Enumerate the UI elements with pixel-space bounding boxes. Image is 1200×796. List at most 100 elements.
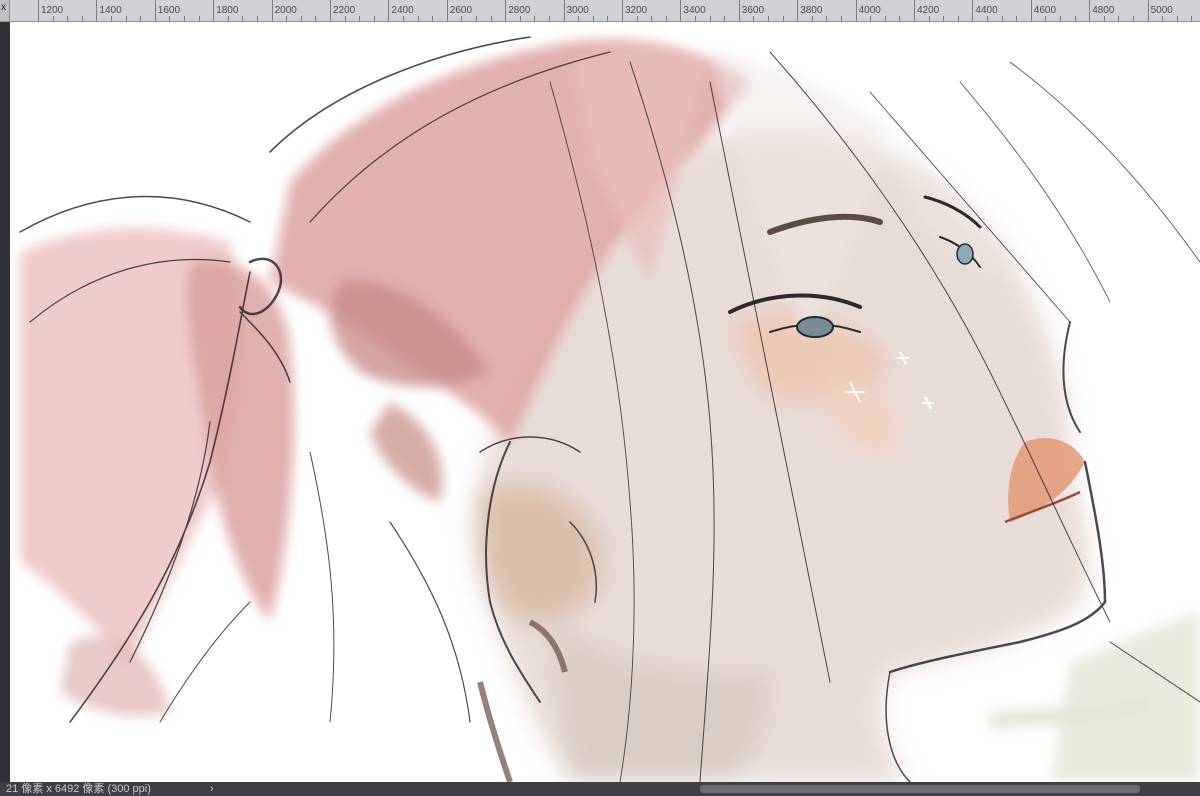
- horizontal-scrollbar[interactable]: [700, 785, 1140, 793]
- ruler-major-tick: [1147, 0, 1149, 21]
- ruler-major-tick: [96, 0, 98, 21]
- ruler-minor-tick: [52, 16, 54, 21]
- ruler-minor-tick: [1133, 16, 1134, 21]
- ruler-minor-tick: [1016, 16, 1018, 21]
- ruler-minor-tick: [695, 16, 696, 21]
- ruler-minor-tick: [198, 16, 200, 21]
- ruler-minor-tick: [227, 16, 229, 21]
- ruler-major-tick: [38, 0, 39, 21]
- ruler-major-tick: [213, 0, 215, 21]
- ruler-minor-tick: [184, 16, 185, 21]
- ruler-major-tick: [738, 0, 740, 21]
- ruler-tick-label: 2400: [391, 5, 414, 16]
- ruler-tick-label: 3200: [625, 5, 648, 16]
- ruler-tick-label: 3400: [683, 5, 706, 16]
- ruler-major-tick: [446, 0, 448, 21]
- ruler-minor-tick: [373, 16, 375, 21]
- status-arrow-icon[interactable]: ›: [210, 782, 214, 796]
- ruler-tick-label: 4200: [917, 5, 940, 16]
- ruler-minor-tick: [490, 16, 492, 21]
- ruler-minor-tick: [928, 16, 930, 21]
- background-wash: [988, 612, 1200, 782]
- ruler-major-tick: [388, 0, 390, 21]
- ruler-major-tick: [563, 0, 565, 21]
- ruler-tick-label: 2200: [333, 5, 356, 16]
- ruler-tick-label: 3000: [566, 5, 589, 16]
- ruler-tick-label: 1600: [157, 5, 181, 16]
- ruler-minor-tick: [665, 16, 667, 21]
- ruler-minor-tick: [1045, 16, 1047, 21]
- ruler-major-tick: [1089, 0, 1091, 21]
- ruler-minor-tick: [884, 16, 886, 21]
- ruler-minor-tick: [782, 16, 784, 21]
- ruler-minor-tick: [286, 16, 288, 21]
- ruler-minor-tick: [826, 16, 828, 21]
- ruler-major-tick: [1030, 0, 1032, 21]
- ruler-minor-tick: [169, 16, 171, 21]
- ruler-minor-tick: [651, 16, 653, 21]
- ruler-minor-tick: [125, 16, 127, 21]
- ruler-minor-tick: [841, 16, 842, 21]
- ruler-major-tick: [154, 0, 156, 21]
- ruler-tick-label: 2600: [449, 5, 473, 16]
- ruler-major-tick: [622, 0, 623, 21]
- ruler-minor-tick: [943, 16, 945, 21]
- document-size-info: 21 像素 x 6492 像素 (300 ppi): [6, 783, 151, 795]
- ruler-minor-tick: [636, 16, 638, 21]
- ruler-minor-tick: [724, 16, 726, 21]
- ruler-minor-tick: [140, 16, 142, 21]
- ruler-minor-tick: [899, 16, 901, 21]
- ruler-major-tick: [505, 0, 507, 21]
- drawing-canvas[interactable]: [10, 22, 1200, 782]
- ruler-minor-tick: [870, 16, 872, 21]
- ruler-minor-tick: [709, 16, 711, 21]
- ruler-minor-tick: [957, 16, 959, 21]
- ruler-tick-label: 1800: [216, 5, 239, 16]
- ruler-corner: x: [0, 0, 10, 21]
- ruler-minor-tick: [1001, 16, 1003, 21]
- ruler-major-tick: [271, 0, 273, 21]
- ruler-minor-tick: [300, 16, 302, 21]
- ruler-tick-label: 5000: [1150, 5, 1173, 16]
- ruler-major-tick: [914, 0, 915, 21]
- ruler-tick-label: 2800: [508, 5, 531, 16]
- ruler-minor-tick: [753, 16, 755, 21]
- ruler-minor-tick: [359, 16, 361, 21]
- ruler-minor-tick: [519, 16, 521, 21]
- ruler-tick-label: 3600: [741, 5, 765, 16]
- ruler-minor-tick: [1060, 16, 1061, 21]
- ruler-major-tick: [680, 0, 682, 21]
- ruler-tick-label: 4400: [975, 5, 998, 16]
- ruler-minor-tick: [1191, 16, 1193, 21]
- ruler-minor-tick: [1162, 16, 1164, 21]
- ruler-minor-tick: [81, 16, 83, 21]
- ruler-major-tick: [855, 0, 857, 21]
- artwork: [19, 36, 1200, 782]
- ruler-tick-label: 1400: [99, 5, 122, 16]
- ruler-minor-tick: [432, 16, 434, 21]
- ruler-minor-tick: [1074, 16, 1076, 21]
- ruler-minor-tick: [242, 16, 244, 21]
- ruler-minor-tick: [1118, 16, 1120, 21]
- horizontal-ruler[interactable]: x 1200 1400 1600 1800 2000 2200 2400 2600 2800 30…: [0, 0, 1200, 22]
- ruler-minor-tick: [315, 16, 317, 21]
- ruler-minor-tick: [811, 16, 813, 21]
- ruler-minor-tick: [476, 16, 477, 21]
- ruler-minor-tick: [1176, 16, 1178, 21]
- ruler-minor-tick: [417, 16, 419, 21]
- ruler-minor-tick: [111, 16, 112, 21]
- ruler-major-tick: [797, 0, 799, 21]
- ruler-minor-tick: [592, 16, 594, 21]
- ruler-tick-label: 4600: [1033, 5, 1057, 16]
- canvas-left-border: [0, 22, 10, 782]
- ruler-major-tick: [972, 0, 974, 21]
- ruler-minor-tick: [257, 16, 258, 21]
- ruler-major-tick: [330, 0, 331, 21]
- ruler-tick-label: 2000: [274, 5, 297, 16]
- ruler-tick-label: 4800: [1092, 5, 1115, 16]
- ruler-minor-tick: [1103, 16, 1105, 21]
- ruler-tick-label: 4000: [858, 5, 881, 16]
- ruler-tick-label: 3800: [800, 5, 823, 16]
- ruler-minor-tick: [67, 16, 69, 21]
- ruler-minor-tick: [607, 16, 609, 21]
